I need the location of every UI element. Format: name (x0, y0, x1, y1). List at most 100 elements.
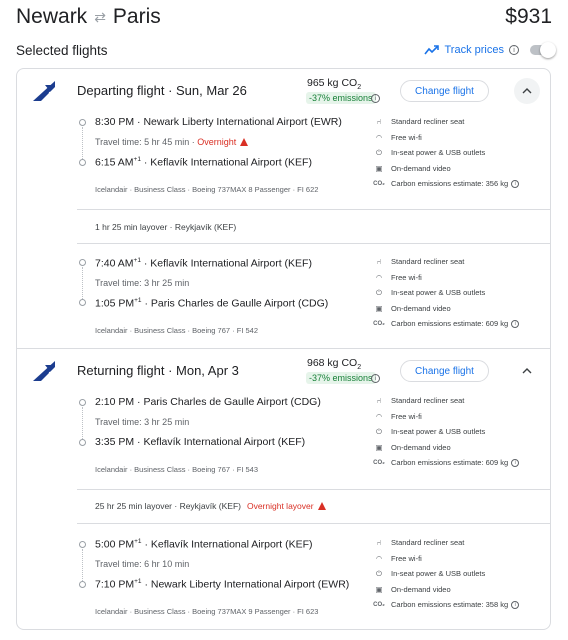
route: Newark ⇄ Paris (16, 5, 161, 29)
amenity-power: ⏻ In-seat power & USB outlets (372, 424, 519, 440)
change-departing-button[interactable]: Change flight (400, 80, 489, 102)
chevron-up-icon (522, 368, 532, 374)
segment-timeline (79, 399, 87, 447)
travel-time: Travel time: 5 hr 45 min · Overnight (95, 137, 249, 147)
amenity-seat: ⑁ Standard recliner seat (372, 254, 519, 270)
total-price: $931 (505, 5, 552, 28)
video-icon: ▣ (375, 442, 383, 452)
travel-time: Travel time: 3 hr 25 min (95, 278, 190, 288)
amenities: ⑁ Standard recliner seat ◠ Free wi-fi ⏻ In-… (372, 254, 520, 332)
departure-row: 8:30 PM · Newark Liberty International A… (95, 116, 342, 128)
divider (77, 489, 550, 490)
timeline-line (82, 127, 83, 159)
divider (77, 243, 550, 244)
departing-title: Departing flight · Sun, Mar 26 (77, 83, 247, 98)
timeline-dot (79, 259, 86, 266)
co2-icon: CO₂ (373, 180, 385, 187)
timeline-line (82, 549, 83, 581)
returning-emissions-badge: -37% emissions (306, 372, 376, 384)
track-prices-label[interactable]: Track prices (445, 44, 505, 56)
track-prices-toggle[interactable] (530, 42, 556, 58)
amenity-video: ▣ On-demand video (372, 161, 519, 177)
timeline-dot (79, 119, 86, 126)
power-plug-icon: ⏻ (376, 568, 382, 578)
amenity-power: ⏻ In-seat power & USB outlets (372, 285, 519, 301)
divider (77, 209, 550, 210)
seat-icon: ⑁ (376, 538, 382, 548)
co2-icon: CO₂ (373, 601, 385, 608)
collapse-departing-button[interactable] (514, 78, 540, 104)
change-returning-button[interactable]: Change flight (400, 360, 489, 382)
wifi-icon: ◠ (375, 553, 383, 563)
amenities: ⑁ Standard recliner seat ◠ Free wi-fi ⏻ In-… (372, 114, 520, 192)
timeline-line (82, 407, 83, 439)
amenities: ⑁ Standard recliner seat ◠ Free wi-fi ⏻ In-… (372, 393, 520, 471)
seat-icon: ⑁ (376, 396, 382, 406)
power-plug-icon: ⏻ (376, 147, 382, 157)
collapse-returning-button[interactable] (514, 358, 540, 384)
amenity-wifi: ◠ Free wi-fi (372, 130, 519, 146)
amenity-wifi: ◠ Free wi-fi (372, 551, 519, 567)
timeline-dot (79, 159, 86, 166)
wifi-icon: ◠ (375, 132, 383, 142)
info-icon[interactable]: i (511, 458, 520, 467)
departure-row: 5:00 PM+1 · Keflavík International Airpo… (95, 538, 313, 551)
track-prices[interactable]: Track prices i (423, 42, 556, 58)
travel-time: Travel time: 6 hr 10 min (95, 559, 190, 569)
arrival-row: 3:35 PM · Keflavík International Airport… (95, 436, 306, 448)
destination-city: Paris (112, 5, 161, 28)
flight-details: Icelandair · Business Class · Boeing 737… (95, 185, 319, 194)
segment-timeline (79, 541, 87, 589)
info-icon[interactable]: i (511, 600, 520, 609)
icelandair-logo-icon (33, 81, 55, 101)
wifi-icon: ◠ (375, 411, 383, 421)
amenity-seat: ⑁ Standard recliner seat (372, 535, 519, 551)
amenities: ⑁ Standard recliner seat ◠ Free wi-fi ⏻ In-… (372, 535, 520, 613)
flight-details: Icelandair · Business Class · Boeing 737… (95, 607, 319, 616)
seat-icon: ⑁ (376, 117, 382, 127)
origin-city: Newark (16, 5, 88, 28)
amenity-wifi: ◠ Free wi-fi (372, 409, 519, 425)
info-icon[interactable]: i (509, 45, 519, 55)
travel-time: Travel time: 3 hr 25 min (95, 417, 190, 427)
warning-icon (317, 502, 326, 510)
wifi-icon: ◠ (375, 272, 383, 282)
info-icon[interactable]: i (511, 319, 520, 328)
flight-segment: 2:10 PM · Paris Charles de Gaulle Airpor… (17, 389, 550, 489)
power-plug-icon: ⏻ (376, 287, 382, 297)
layover-info: 25 hr 25 min layover · Reykjavík (KEF) Ov… (95, 501, 326, 511)
info-icon[interactable]: i (511, 179, 520, 188)
amenity-video: ▣ On-demand video (372, 582, 519, 598)
segment-timeline (79, 259, 87, 307)
amenity-video: ▣ On-demand video (372, 301, 519, 317)
arrival-row: 6:15 AM+1 · Keflavík International Airpo… (95, 156, 312, 169)
info-icon[interactable]: i (371, 374, 380, 383)
departure-row: 7:40 AM+1 · Keflavík International Airpo… (95, 257, 312, 270)
amenity-carbon: CO₂ Carbon emissions estimate: 609 kg i (372, 316, 520, 332)
amenity-carbon: CO₂ Carbon emissions estimate: 358 kg i (372, 597, 520, 613)
flight-segment: 8:30 PM · Newark Liberty International A… (17, 109, 550, 209)
amenity-video: ▣ On-demand video (372, 440, 519, 456)
selected-flights-title: Selected flights (16, 42, 108, 58)
swap-arrows-icon: ⇄ (94, 8, 106, 25)
trending-icon (423, 45, 439, 55)
amenity-power: ⏻ In-seat power & USB outlets (372, 566, 519, 582)
layover-info: 1 hr 25 min layover · Reykjavík (KEF) (95, 222, 237, 232)
amenity-power: ⏻ In-seat power & USB outlets (372, 145, 519, 161)
amenity-wifi: ◠ Free wi-fi (372, 270, 519, 286)
divider (77, 523, 550, 524)
returning-co2: 968 kg CO2 (307, 357, 362, 372)
returning-header: Returning flight · Mon, Apr 3 968 kg CO2… (17, 349, 550, 389)
timeline-dot (79, 399, 86, 406)
video-icon: ▣ (375, 163, 383, 173)
power-plug-icon: ⏻ (376, 426, 382, 436)
co2-icon: CO₂ (373, 320, 385, 327)
flight-details: Icelandair · Business Class · Boeing 767… (95, 465, 258, 474)
amenity-seat: ⑁ Standard recliner seat (372, 114, 519, 130)
selected-flights-row: Selected flights Track prices i (16, 40, 556, 60)
info-icon[interactable]: i (371, 94, 380, 103)
timeline-dot (79, 439, 86, 446)
timeline-dot (79, 541, 86, 548)
flights-card: Departing flight · Sun, Mar 26 965 kg CO… (16, 68, 551, 630)
chevron-up-icon (522, 88, 532, 94)
